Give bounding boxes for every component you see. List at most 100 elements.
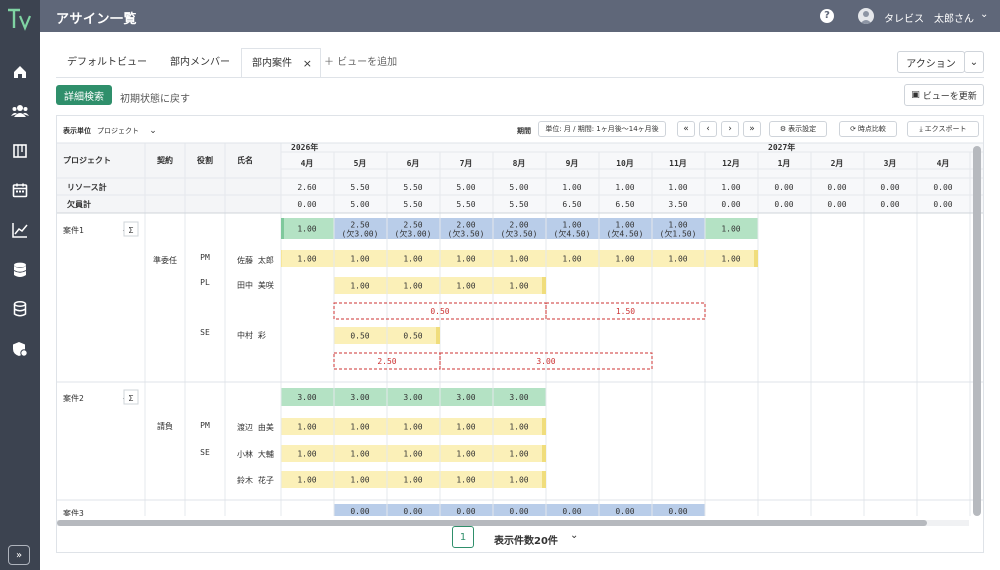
chart-icon[interactable] [10, 220, 30, 240]
app-logo[interactable] [6, 6, 34, 32]
member-cell-value: 1.00 [509, 423, 528, 432]
add-view-button[interactable]: ＋ ビューを追加 [324, 48, 397, 78]
project-total-cell-value: 2.50 [403, 221, 422, 230]
project-total-cell-value: 0.00 [509, 507, 528, 516]
resource-total-cell: 0.00 [880, 183, 899, 192]
header-role: 役割 [196, 155, 213, 165]
main-content: デフォルトビュー 部内メンバー 部内案件 × ＋ ビューを追加 アクション ⌄ … [40, 32, 1000, 570]
project-total-cell-value: 3.00 [297, 393, 316, 402]
close-icon[interactable]: × [303, 49, 312, 79]
project-total-cell-value: 0.00 [615, 507, 634, 516]
page-title: アサイン一覧 [56, 12, 138, 27]
member-cell-value: 1.00 [721, 255, 740, 264]
month-header: 9月 [566, 159, 579, 168]
member-name: 小林 大輔 [237, 449, 274, 459]
month-header: 4月 [301, 159, 314, 168]
reset-link[interactable]: 初期状態に戻す [120, 90, 190, 105]
shortage-total-cell: 0.00 [721, 200, 740, 209]
v-scrollbar[interactable] [973, 146, 981, 516]
resource-total-cell: 1.00 [562, 183, 581, 192]
action-button[interactable]: アクション [897, 51, 965, 73]
action-chevron-button[interactable]: ⌄ [964, 51, 984, 73]
bar-edge [542, 445, 546, 462]
page-size-select[interactable]: 表示件数20件 [494, 532, 558, 547]
resource-total-cell: 1.00 [615, 183, 634, 192]
month-header: 3月 [884, 159, 897, 168]
month-header: 11月 [669, 159, 687, 168]
header-name: 氏名 [237, 155, 253, 165]
project-total-cell-value: 2.50 [350, 221, 369, 230]
shortage-total-cell: 5.50 [456, 200, 475, 209]
project-name: 案件1 [63, 225, 84, 235]
member-cell-value: 1.00 [297, 450, 316, 459]
vacancy-cell-value: 2.50 [377, 357, 396, 366]
month-header: 7月 [460, 159, 473, 168]
vacancy-cell-value: 3.00 [536, 357, 555, 366]
project-total-cell-value: (欠3.00) [395, 229, 432, 239]
contract-type: 準委任 [153, 255, 177, 265]
member-cell-value: 1.00 [509, 450, 528, 459]
member-cell-value: 1.00 [403, 450, 422, 459]
avatar[interactable] [858, 8, 874, 24]
project-name: 案件2 [63, 393, 84, 403]
project-total-cell-value: 3.00 [509, 393, 528, 402]
resource-total-cell: 1.00 [721, 183, 740, 192]
member-cell-value: 0.50 [350, 332, 369, 341]
bar-edge [542, 471, 546, 488]
member-cell-value: 1.00 [297, 476, 316, 485]
project-total-cell-value: 1.00 [562, 221, 581, 230]
member-role: PM [200, 421, 210, 430]
shortage-total-cell: 0.00 [880, 200, 899, 209]
month-header: 1月 [778, 159, 791, 168]
project-total-cell-value: 1.00 [297, 225, 316, 234]
month-header: 4月 [937, 159, 950, 168]
tab-default-view[interactable]: デフォルトビュー [67, 48, 147, 78]
project-total-cell-value: 1.00 [721, 225, 740, 234]
member-cell-value: 1.00 [297, 255, 316, 264]
shortage-total-cell: 5.50 [509, 200, 528, 209]
bar-edge [542, 418, 546, 435]
shortage-total-cell: 6.50 [562, 200, 581, 209]
member-cell-value: 1.00 [297, 423, 316, 432]
resource-total-cell: 5.00 [456, 183, 475, 192]
project-total-cell-value: 3.00 [403, 393, 422, 402]
member-cell-value: 0.50 [403, 332, 422, 341]
member-cell-value: 1.00 [509, 255, 528, 264]
calendar-icon[interactable] [10, 180, 30, 200]
member-name: 渡辺 由美 [237, 422, 274, 432]
board-icon[interactable] [10, 141, 30, 161]
project-total-cell-value: (欠4.50) [554, 229, 591, 239]
user-name[interactable]: タレビス 太郎さん [884, 10, 974, 25]
member-cell-value: 1.00 [456, 255, 475, 264]
member-cell-value: 1.00 [456, 282, 475, 291]
resource-total-cell: 2.60 [297, 183, 316, 192]
project-total-cell-value: (欠3.00) [342, 229, 379, 239]
member-role: PL [200, 278, 210, 287]
users-icon[interactable] [10, 101, 30, 121]
member-name: 佐藤 太郎 [237, 255, 274, 265]
tab-dept-projects[interactable]: 部内案件 × [241, 48, 321, 78]
page-button[interactable]: 1 [452, 526, 474, 548]
security-icon[interactable] [10, 339, 30, 359]
h-scrollbar[interactable] [57, 520, 927, 526]
bar-edge [281, 218, 284, 239]
chevron-down-icon[interactable]: ⌄ [570, 530, 578, 541]
update-view-button[interactable]: ▣ ビューを更新 [904, 84, 984, 106]
resource-total-cell: 5.00 [509, 183, 528, 192]
tab-label: 部内案件 [252, 58, 292, 69]
help-icon[interactable]: ? [820, 9, 834, 23]
project-total-cell-value: 3.00 [456, 393, 475, 402]
member-cell-value: 1.00 [350, 423, 369, 432]
member-role: PM [200, 253, 210, 262]
member-cell-value: 1.00 [456, 476, 475, 485]
assign-table: プロジェクト 契約 役割 氏名2026年 2027年4月 5月 6月 7月 8月 9月 10月 11月… [57, 142, 983, 552]
storage-icon[interactable] [10, 299, 30, 319]
chevron-down-icon[interactable]: ⌄ [980, 9, 988, 20]
database-icon[interactable] [10, 260, 30, 280]
home-icon[interactable] [10, 62, 30, 82]
sidebar-expand-button[interactable]: » [8, 545, 30, 565]
detail-search-button[interactable]: 詳細検索 [56, 85, 112, 105]
tab-dept-members[interactable]: 部内メンバー [170, 48, 230, 78]
header-contract: 契約 [156, 155, 173, 165]
project-total-cell-value: (欠3.50) [448, 229, 485, 239]
